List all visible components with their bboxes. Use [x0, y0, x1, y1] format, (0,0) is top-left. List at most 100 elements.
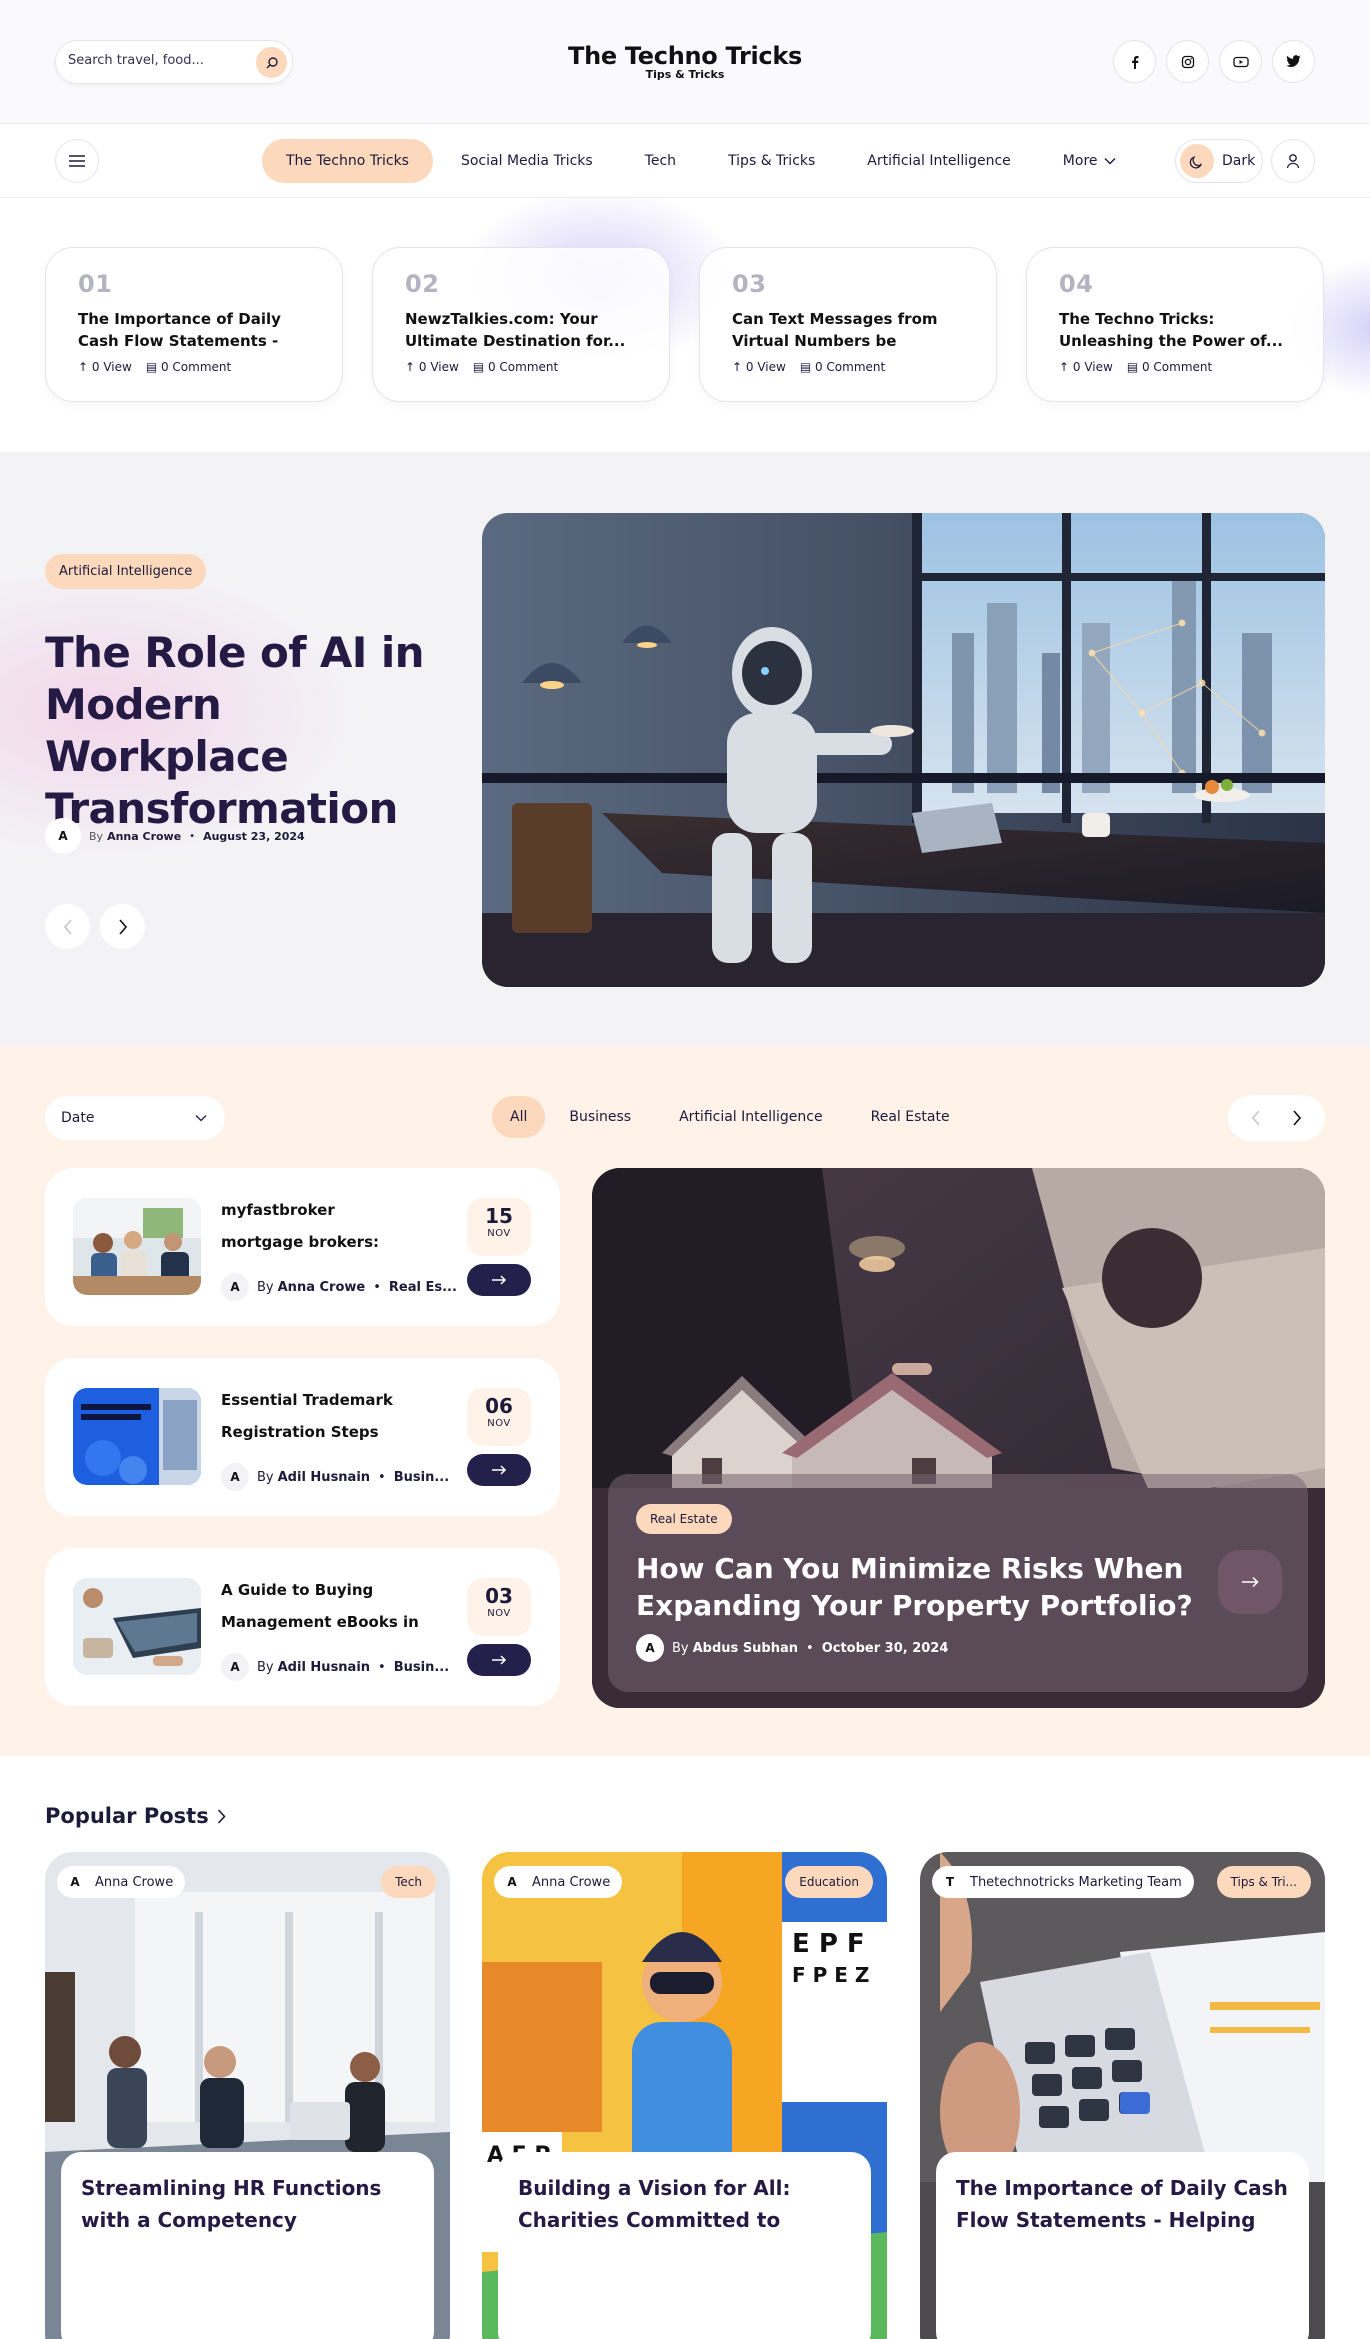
- trending-strip: 01 The Importance of Daily Cash Flow Sta…: [0, 198, 1370, 452]
- trending-card[interactable]: 02 NewzTalkies.com: Your Ultimate Destin…: [372, 247, 670, 402]
- date-filter-select[interactable]: Date: [45, 1096, 225, 1140]
- post-list-item[interactable]: A Guide to Buying Management eBooks in P…: [45, 1548, 560, 1706]
- post-author-chip[interactable]: T Thetechnotricks Marketing Team: [932, 1866, 1194, 1898]
- nav-links: The Techno Tricks Social Media Tricks Te…: [262, 139, 1140, 183]
- trending-card[interactable]: 04 The Techno Tricks: Unleashing the Pow…: [1026, 247, 1324, 402]
- hero-slider-controls: [45, 904, 145, 949]
- search-button[interactable]: [256, 47, 287, 78]
- tab-business[interactable]: Business: [545, 1096, 655, 1138]
- post-author-chip[interactable]: A Anna Crowe: [494, 1866, 623, 1898]
- category-tabs: All Business Artificial Intelligence Rea…: [492, 1096, 974, 1138]
- post-category-badge[interactable]: Tips & Tri...: [1216, 1866, 1311, 1898]
- post-author-chip[interactable]: A Anna Crowe: [57, 1866, 186, 1898]
- user-account-button[interactable]: [1271, 139, 1315, 183]
- post-author[interactable]: Anna Crowe: [278, 1280, 366, 1295]
- next-slide-button[interactable]: [100, 904, 145, 949]
- nav-link-tech[interactable]: Tech: [621, 139, 700, 183]
- nav-link-tips[interactable]: Tips & Tricks: [704, 139, 839, 183]
- featured-category-badge[interactable]: Real Estate: [636, 1504, 732, 1534]
- trending-title[interactable]: The Techno Tricks: Unleashing the Power …: [1059, 308, 1291, 352]
- trending-card[interactable]: 01 The Importance of Daily Cash Flow Sta…: [45, 247, 343, 402]
- nav-link-social-media[interactable]: Social Media Tricks: [437, 139, 617, 183]
- search-input[interactable]: [68, 53, 238, 68]
- avatar[interactable]: A: [221, 1273, 249, 1301]
- search-icon: [266, 56, 278, 68]
- read-more-button[interactable]: [467, 1454, 531, 1486]
- post-category[interactable]: Busin...: [394, 1470, 449, 1485]
- trending-number: 02: [405, 270, 440, 298]
- comment-count: ▤ 0 Comment: [799, 360, 886, 374]
- facebook-link[interactable]: [1113, 40, 1156, 83]
- chevron-left-icon[interactable]: [1251, 1110, 1261, 1126]
- post-category[interactable]: Real Es...: [389, 1280, 457, 1295]
- hero-slider: Artificial Intelligence The Role of AI i…: [0, 452, 1370, 1046]
- trending-number: 04: [1059, 270, 1094, 298]
- dark-mode-toggle[interactable]: Dark: [1175, 139, 1263, 183]
- featured-read-more-button[interactable]: [1218, 1550, 1282, 1614]
- post-day: 06: [485, 1394, 513, 1418]
- popular-post-card[interactable]: A Anna Crowe Tech Streamlining HR Functi…: [45, 1852, 450, 2339]
- featured-post[interactable]: Real Estate How Can You Minimize Risks W…: [592, 1168, 1325, 1708]
- post-date-badge: 03 NOV: [467, 1578, 531, 1636]
- tab-all[interactable]: All: [492, 1096, 546, 1138]
- featured-title[interactable]: How Can You Minimize Risks When Expandin…: [636, 1550, 1196, 1624]
- popular-post-card[interactable]: E P F F P E Z A E P A Anna Crowe Educati…: [482, 1852, 887, 2339]
- instagram-link[interactable]: [1166, 40, 1209, 83]
- post-category-badge[interactable]: Education: [785, 1866, 873, 1898]
- nav-more-dropdown[interactable]: More: [1039, 139, 1140, 183]
- hero-category-badge[interactable]: Artificial Intelligence: [45, 554, 207, 589]
- trending-number: 01: [78, 270, 113, 298]
- post-title[interactable]: Building a Vision for All: Charities Com…: [518, 2172, 851, 2236]
- hero-author[interactable]: Anna Crowe: [107, 830, 181, 843]
- post-month: NOV: [487, 1608, 511, 1619]
- read-more-button[interactable]: [467, 1644, 531, 1676]
- tab-real-estate[interactable]: Real Estate: [847, 1096, 974, 1138]
- post-category-badge[interactable]: Tech: [381, 1866, 436, 1898]
- post-author: Anna Crowe: [532, 1874, 611, 1890]
- avatar[interactable]: A: [636, 1634, 664, 1662]
- menu-button[interactable]: [55, 139, 99, 183]
- trending-title[interactable]: Can Text Messages from Virtual Numbers b…: [732, 308, 964, 352]
- post-title[interactable]: A Guide to Buying Management eBooks in P…: [221, 1574, 421, 1638]
- tab-artificial-intelligence[interactable]: Artificial Intelligence: [655, 1096, 847, 1138]
- post-category[interactable]: Busin...: [394, 1660, 449, 1675]
- trending-card[interactable]: 03 Can Text Messages from Virtual Number…: [699, 247, 997, 402]
- post-title[interactable]: myfastbroker mortgage brokers: Your Trus…: [221, 1194, 421, 1258]
- post-author[interactable]: Adil Husnain: [278, 1470, 370, 1485]
- avatar[interactable]: A: [221, 1463, 249, 1491]
- hero-title[interactable]: The Role of AI in Modern Workplace Trans…: [45, 627, 465, 835]
- post-caption: The Importance of Daily Cash Flow Statem…: [936, 2152, 1309, 2339]
- chevron-right-icon[interactable]: [1292, 1110, 1302, 1126]
- popular-posts-heading[interactable]: Popular Posts: [45, 1804, 226, 1828]
- popular-post-card[interactable]: T Thetechnotricks Marketing Team Tips & …: [920, 1852, 1325, 2339]
- twitter-link[interactable]: [1272, 40, 1315, 83]
- post-month: NOV: [487, 1228, 511, 1239]
- prev-slide-button[interactable]: [45, 904, 90, 949]
- youtube-link[interactable]: [1219, 40, 1262, 83]
- nav-link-ai[interactable]: Artificial Intelligence: [843, 139, 1035, 183]
- post-byline: A By Adil Husnain • Busin...: [221, 1463, 491, 1491]
- post-title[interactable]: Streamlining HR Functions with a Compete…: [81, 2172, 414, 2236]
- post-thumbnail[interactable]: [73, 1198, 201, 1295]
- post-author[interactable]: Adil Husnain: [278, 1660, 370, 1675]
- post-list-item[interactable]: myfastbroker mortgage brokers: Your Trus…: [45, 1168, 560, 1326]
- hero-byline: A By Anna Crowe • August 23, 2024: [45, 818, 305, 854]
- post-title[interactable]: Essential Trademark Registration Steps f…: [221, 1384, 421, 1448]
- read-more-button[interactable]: [467, 1264, 531, 1296]
- view-count: ↑ 0 View: [405, 360, 459, 374]
- nav-link-home[interactable]: The Techno Tricks: [262, 139, 433, 183]
- hero-image[interactable]: [482, 513, 1325, 987]
- post-thumbnail[interactable]: [73, 1578, 201, 1675]
- featured-date: October 30, 2024: [821, 1640, 949, 1656]
- trending-title[interactable]: The Importance of Daily Cash Flow Statem…: [78, 308, 310, 352]
- post-thumbnail[interactable]: [73, 1388, 201, 1485]
- post-list-item[interactable]: Essential Trademark Registration Steps f…: [45, 1358, 560, 1516]
- top-header: The Techno Tricks Tips & Tricks: [0, 0, 1370, 124]
- featured-author[interactable]: Abdus Subhan: [693, 1641, 798, 1656]
- avatar[interactable]: A: [221, 1653, 249, 1681]
- post-title[interactable]: The Importance of Daily Cash Flow Statem…: [956, 2172, 1289, 2236]
- avatar[interactable]: A: [45, 818, 81, 854]
- site-logo[interactable]: The Techno Tricks Tips & Tricks: [485, 42, 885, 81]
- post-date-badge: 06 NOV: [467, 1388, 531, 1446]
- trending-title[interactable]: NewzTalkies.com: Your Ultimate Destinati…: [405, 308, 637, 352]
